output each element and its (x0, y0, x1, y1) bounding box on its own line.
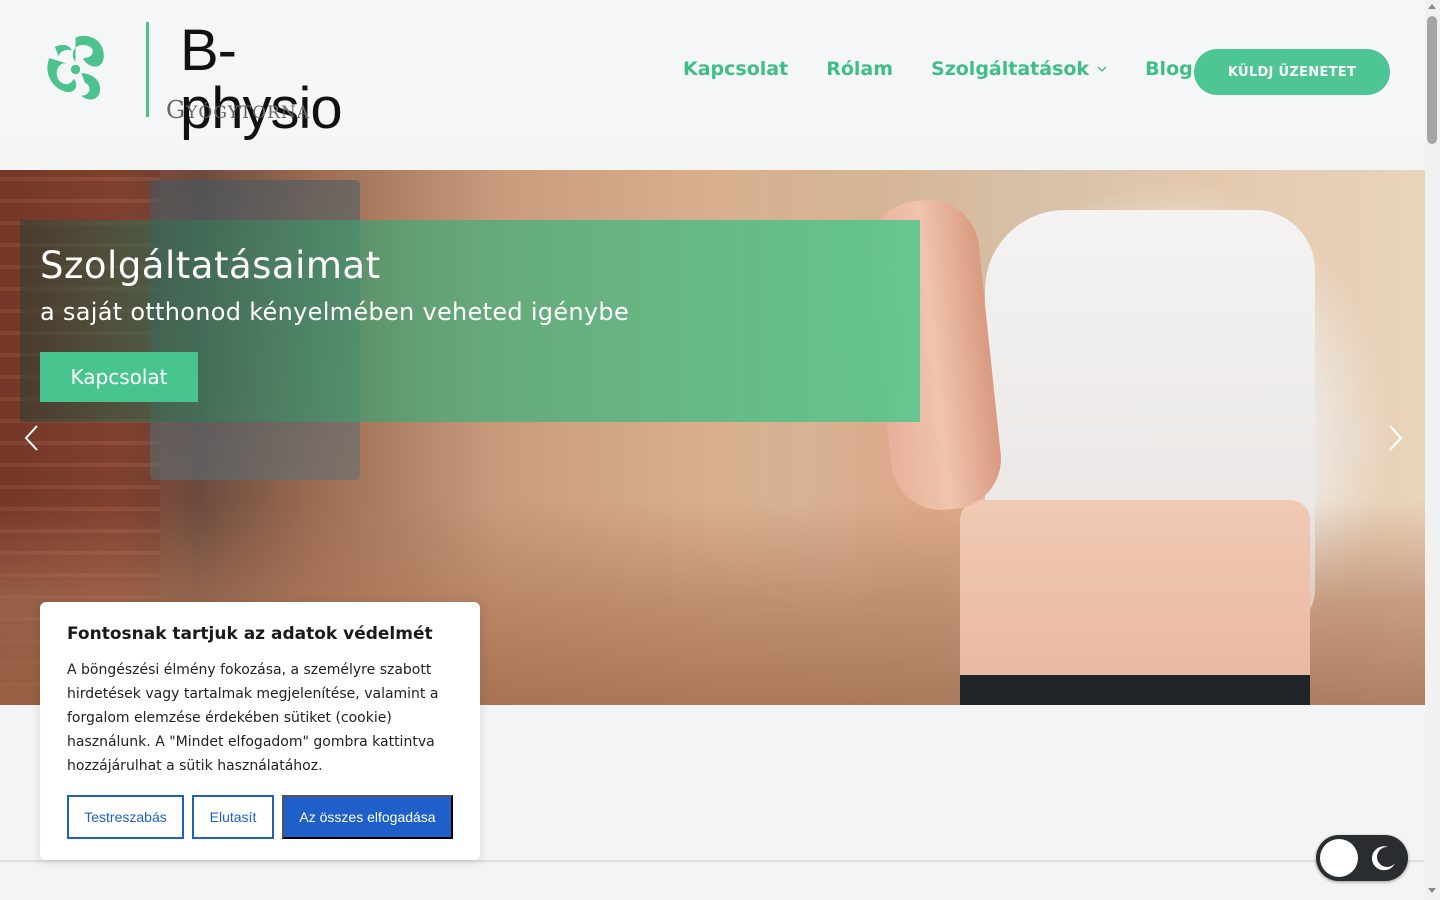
cookie-accept-all-button[interactable]: Az összes elfogadása (282, 795, 453, 839)
nav-item-blog[interactable]: Blog (1145, 58, 1193, 80)
nav-item-szolgaltatasok-label: Szolgáltatások (931, 58, 1090, 80)
physio-swirl-logo-icon (47, 35, 104, 100)
hero-caption-panel: Szolgáltatásaimat a saját otthonod kénye… (20, 220, 920, 422)
content-divider (0, 860, 1425, 863)
site-logo[interactable]: B-physio Gyógytorna (38, 20, 383, 138)
cookie-actions: Testreszabás Elutasít Az összes elfogadá… (67, 795, 453, 839)
cookie-reject-button[interactable]: Elutasít (192, 795, 274, 839)
cookie-customize-button[interactable]: Testreszabás (67, 795, 184, 839)
hero-subtitle: a saját otthonod kényelmében veheted igé… (40, 298, 630, 326)
scroll-thumb[interactable] (1427, 16, 1437, 144)
brand-tagline: Gyógytorna (166, 96, 310, 124)
hero-person-waist (960, 500, 1310, 700)
nav-item-szolgaltatasok[interactable]: Szolgáltatások (931, 58, 1107, 80)
cookie-text: A böngészési élmény fokozása, a személyr… (67, 662, 439, 774)
chevron-right-icon[interactable] (1385, 424, 1405, 452)
hero-person-shorts (960, 675, 1310, 705)
site-header: B-physio Gyógytorna Kapcsolat Rólam Szol… (0, 0, 1425, 143)
send-message-button[interactable]: KÜLDJ ÜZENETET (1194, 49, 1390, 95)
hero-title: Szolgáltatásaimat (40, 244, 381, 287)
nav-item-kapcsolat[interactable]: Kapcsolat (683, 58, 788, 80)
moon-icon (1371, 846, 1395, 871)
main-nav: Kapcsolat Rólam Szolgáltatások Blog (683, 58, 1231, 80)
page-scrollbar[interactable] (1425, 0, 1440, 900)
cookie-title: Fontosnak tartjuk az adatok védelmét (67, 624, 433, 644)
scroll-down-arrow-icon[interactable] (1428, 888, 1436, 893)
chevron-left-icon[interactable] (22, 424, 42, 452)
dark-mode-toggle[interactable] (1316, 835, 1408, 881)
toggle-knob (1320, 839, 1358, 877)
nav-item-rolam[interactable]: Rólam (826, 58, 893, 80)
cookie-consent-dialog: Fontosnak tartjuk az adatok védelmét A b… (40, 602, 480, 860)
scroll-up-arrow-icon[interactable] (1428, 4, 1436, 9)
brand-tagline-text: Gyógytorna (166, 96, 311, 124)
logo-divider (146, 22, 149, 117)
hero-contact-button[interactable]: Kapcsolat (40, 352, 198, 402)
chevron-down-icon (1097, 66, 1107, 72)
